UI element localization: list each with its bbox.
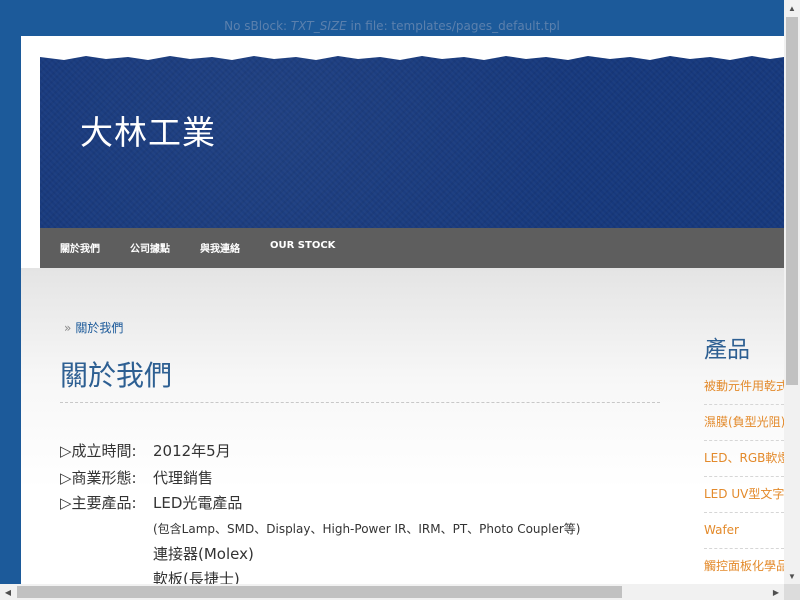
- triangle-right-icon[interactable]: ▶: [768, 584, 784, 600]
- sidebar-item-dry-film[interactable]: 被動元件用乾式絕緣膜: [704, 368, 784, 405]
- product-note: (包含Lamp、SMD、Display、High-Power IR、IRM、PT…: [153, 522, 581, 536]
- notice-variable: TXT_SIZE: [290, 19, 347, 33]
- product-line-connectors: 連接器(Molex): [153, 545, 254, 563]
- info-row-business-type: ▷商業形態: 代理銷售: [60, 467, 213, 488]
- nav-item-about[interactable]: 關於我們: [60, 240, 100, 255]
- scrollbar-corner: [784, 584, 800, 600]
- header-banner: 大林工業: [40, 54, 784, 228]
- main-navigation: 關於我們 公司據點 與我連絡 OUR STOCK: [40, 228, 784, 274]
- horizontal-scrollbar[interactable]: ◀ ▶: [0, 584, 784, 600]
- vertical-scrollbar[interactable]: ▲ ▼: [784, 0, 800, 584]
- info-value: 2012年5月: [153, 442, 231, 460]
- nav-item-our-stock[interactable]: OUR STOCK: [270, 240, 335, 251]
- nav-item-contact[interactable]: 與我連絡: [200, 240, 240, 255]
- sidebar-item-uv-ink[interactable]: LED UV型文字噴墨: [704, 476, 784, 513]
- info-value: 代理銷售: [153, 469, 214, 487]
- template-error-notice: No sBlock: TXT_SIZE in file: templates/p…: [0, 19, 784, 33]
- notice-prefix: No sBlock:: [224, 19, 291, 33]
- sidebar-item-led-strip[interactable]: LED、RGB軟燈條: [704, 440, 784, 477]
- breadcrumb: » 關於我們: [64, 319, 123, 336]
- title-divider: [60, 402, 660, 403]
- vertical-scroll-thumb[interactable]: [786, 17, 798, 385]
- sidebar-item-wet-film[interactable]: 濕膜(負型光阻): [704, 404, 784, 441]
- info-label: ▷成立時間:: [60, 442, 137, 460]
- page-title: 關於我們: [60, 359, 173, 392]
- breadcrumb-separator: »: [64, 321, 72, 335]
- breadcrumb-link[interactable]: 關於我們: [75, 321, 123, 335]
- sidebar-item-touch-chemicals[interactable]: 觸控面板化學品: [704, 548, 784, 584]
- info-label: ▷商業形態:: [60, 469, 137, 487]
- triangle-up-icon[interactable]: ▲: [784, 0, 800, 16]
- info-value: LED光電產品: [153, 494, 243, 512]
- page-container: 大林工業 關於我們 公司據點 與我連絡 OUR STOCK » 關於我們 關於我們…: [21, 36, 784, 584]
- notice-suffix: in file: templates/pages_default.tpl: [346, 19, 560, 33]
- product-line-flex-boards: 軟板(長捷士): [153, 570, 240, 584]
- horizontal-scroll-thumb[interactable]: [17, 586, 622, 598]
- info-label: ▷主要產品:: [60, 494, 137, 512]
- info-row-main-products: ▷主要產品: LED光電產品: [60, 492, 242, 513]
- sidebar-heading: 產品: [704, 337, 750, 363]
- triangle-down-icon[interactable]: ▼: [784, 568, 800, 584]
- sidebar-item-wafer[interactable]: Wafer: [704, 512, 784, 549]
- torn-edge-decoration: [40, 54, 784, 60]
- triangle-left-icon[interactable]: ◀: [0, 584, 16, 600]
- nav-item-locations[interactable]: 公司據點: [130, 240, 170, 255]
- site-title[interactable]: 大林工業: [80, 106, 216, 154]
- info-row-founded: ▷成立時間: 2012年5月: [60, 440, 231, 461]
